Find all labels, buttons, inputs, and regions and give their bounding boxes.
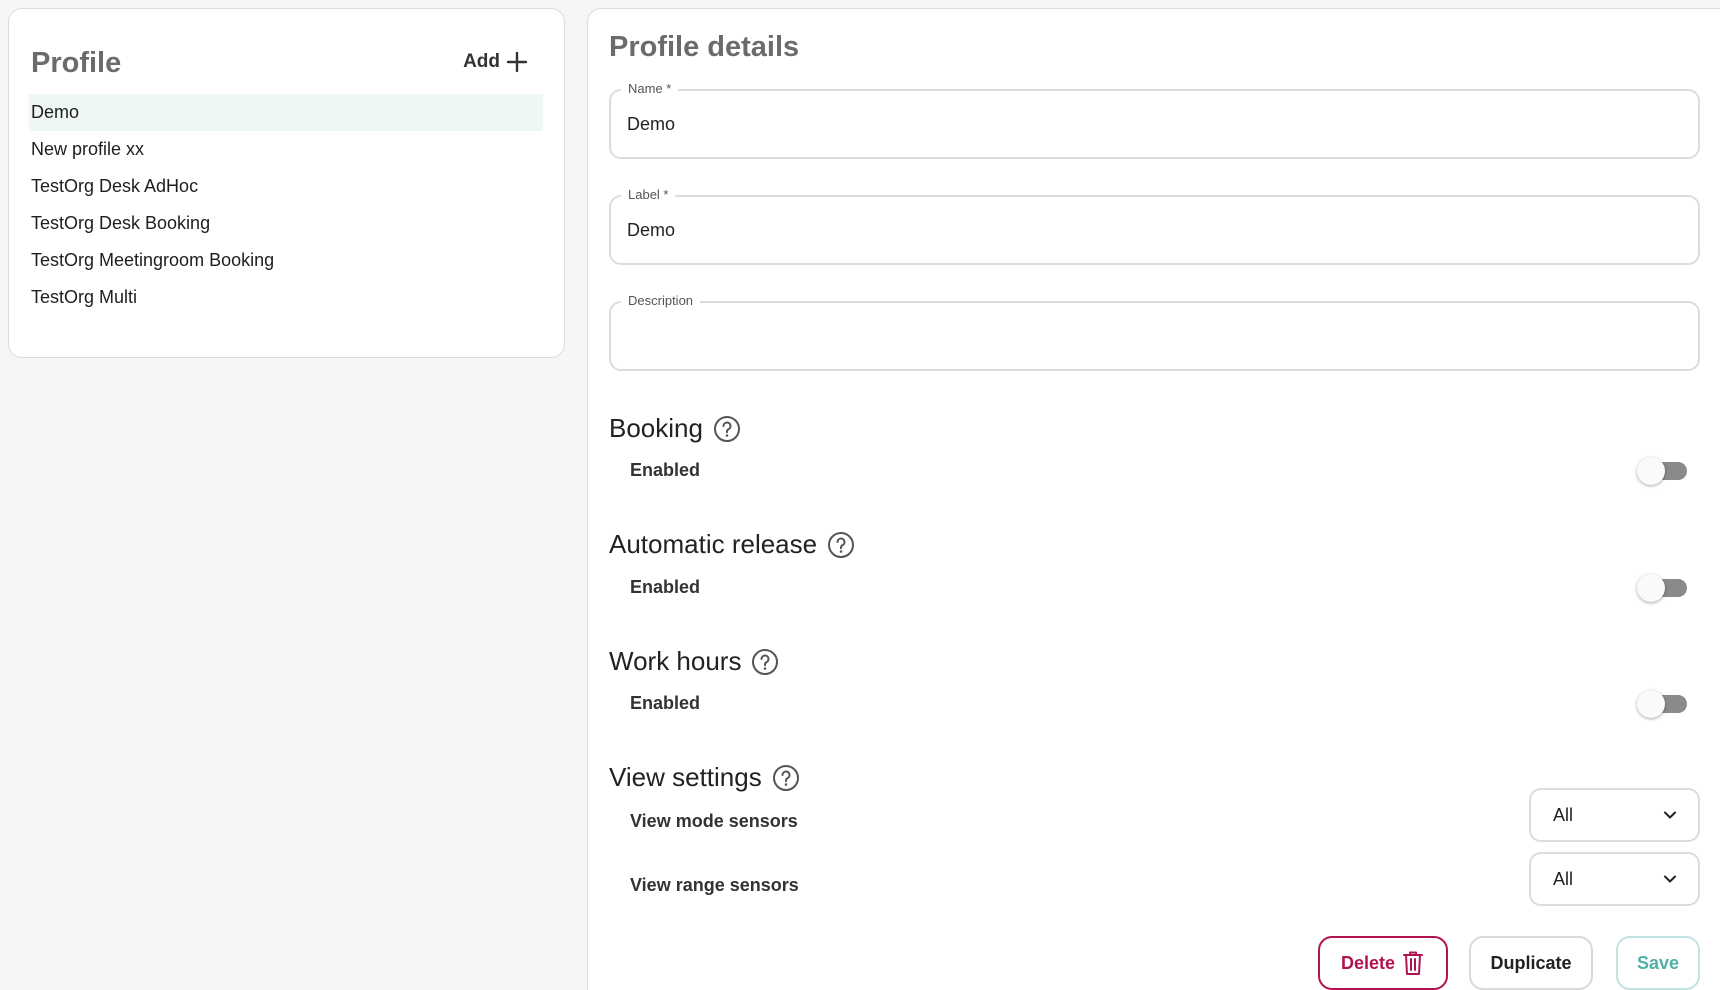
automatic-release-title-text: Automatic release [609, 529, 818, 559]
work-hours-section-title: Work hours [609, 646, 779, 677]
work-hours-enabled-label: Enabled [630, 693, 701, 713]
automatic-release-enabled-label: Enabled [630, 577, 701, 597]
name-field: Name * [609, 81, 1700, 159]
automatic-release-enabled-toggle[interactable] [1637, 574, 1689, 602]
label-field: Label * [609, 187, 1700, 265]
duplicate-button-label: Duplicate [1490, 952, 1572, 973]
trash-icon [1403, 951, 1424, 975]
chevron-down-icon [1664, 875, 1676, 883]
help-icon[interactable] [713, 415, 741, 443]
profile-list-item-testorg-multi[interactable]: TestOrg Multi [29, 279, 543, 316]
booking-title-text: Booking [609, 413, 703, 443]
profile-list-item-testorg-desk-booking[interactable]: TestOrg Desk Booking [29, 205, 543, 242]
profile-list-item-new-profile-xx[interactable]: New profile xx [29, 131, 543, 168]
toggle-knob [1637, 457, 1665, 485]
view-range-sensors-value: All [1553, 869, 1574, 889]
delete-button-label: Delete [1340, 952, 1396, 973]
profile-panel-title: Profile [31, 47, 122, 79]
booking-enabled-toggle[interactable] [1637, 457, 1689, 485]
save-button-label: Save [1636, 952, 1680, 973]
profile-details-panel: Profile details Name * Label * Descripti… [587, 8, 1720, 990]
view-mode-sensors-select[interactable]: All [1529, 788, 1700, 842]
help-icon[interactable] [751, 648, 779, 676]
save-button[interactable]: Save [1616, 936, 1700, 990]
toggle-knob [1637, 690, 1665, 718]
description-field: Description [609, 293, 1700, 371]
profile-list-item-testorg-desk-adhoc[interactable]: TestOrg Desk AdHoc [29, 168, 543, 205]
toggle-knob [1637, 574, 1665, 602]
automatic-release-section-title: Automatic release [609, 529, 855, 560]
view-settings-title-text: View settings [609, 762, 762, 792]
add-profile-label: Add [463, 51, 500, 72]
profile-details-title: Profile details [609, 31, 800, 63]
label-input[interactable] [627, 197, 1682, 263]
profile-list: Demo New profile xx TestOrg Desk AdHoc T… [29, 94, 543, 316]
profile-list-item-testorg-meetingroom-booking[interactable]: TestOrg Meetingroom Booking [29, 242, 543, 279]
booking-enabled-label: Enabled [630, 460, 701, 480]
profile-list-panel: Profile Add Demo New profile xx TestOrg … [8, 8, 565, 358]
view-mode-sensors-value: All [1553, 805, 1574, 825]
name-input[interactable] [627, 91, 1682, 157]
description-input[interactable] [627, 303, 1682, 369]
view-range-sensors-label: View range sensors [630, 875, 799, 895]
work-hours-title-text: Work hours [609, 646, 742, 676]
profile-list-item-demo[interactable]: Demo [29, 94, 543, 131]
help-icon[interactable] [772, 764, 800, 792]
booking-section-title: Booking [609, 413, 741, 444]
view-mode-sensors-label: View mode sensors [630, 811, 798, 831]
duplicate-button[interactable]: Duplicate [1469, 936, 1593, 990]
plus-icon [506, 51, 528, 73]
help-icon[interactable] [827, 531, 855, 559]
delete-button[interactable]: Delete [1318, 936, 1448, 990]
view-settings-section-title: View settings [609, 762, 800, 793]
work-hours-enabled-toggle[interactable] [1637, 690, 1689, 718]
add-profile-button[interactable]: Add [463, 51, 528, 73]
chevron-down-icon [1664, 811, 1676, 819]
view-range-sensors-select[interactable]: All [1529, 852, 1700, 906]
